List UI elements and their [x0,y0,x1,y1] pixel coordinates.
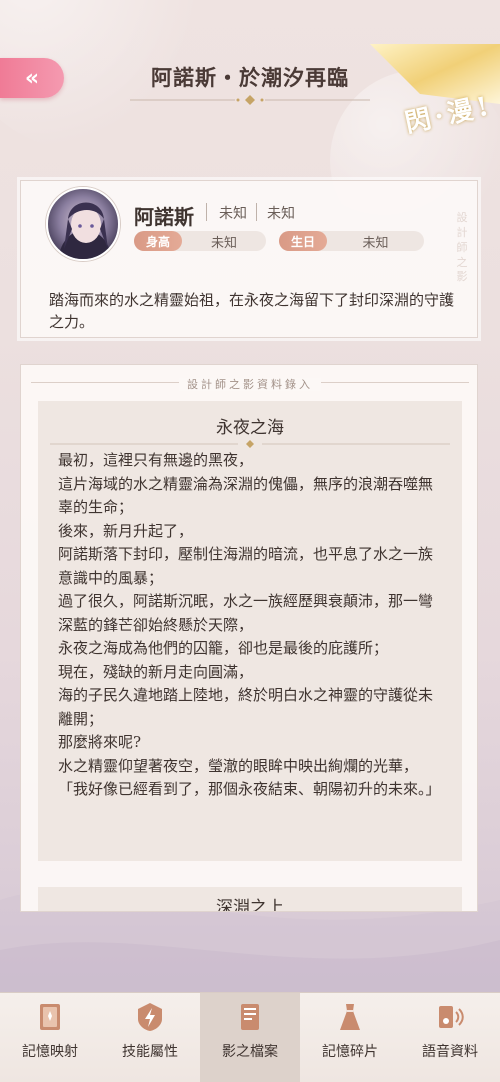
story-line: 過了很久，阿諾斯沉眠，水之一族經歷興衰顛沛，那一彎深藍的鋒芒卻始終懸於天際， [58,592,434,634]
nav-item-shadow-file[interactable]: 影之檔案 [200,993,300,1082]
next-story-box: 深淵之上 [38,887,462,912]
nav-item-voice-data[interactable]: 語音資料 [400,993,500,1082]
story-line: 水之精靈仰望著夜空，瑩澈的眼眸中映出絢爛的光華， [58,756,419,775]
story-line: 後來，新月升起了， [58,521,194,540]
flash-badge: 閃·漫! [360,44,500,139]
story-box: 永夜之海 最初，這裡只有無邊的黑夜， 這片海域的水之精靈淪為深淵的傀儡，無序的浪… [38,401,462,861]
story-line: 那麼將來呢? [58,733,142,751]
birthday-label: 生日 [279,231,328,251]
nav-label: 影之檔案 [222,1044,278,1060]
story-line: 永夜之海成為他們的囚籠，卻也是最後的庇護所； [58,639,389,657]
bottom-nav: 記憶映射 技能屬性 影之檔案 記憶碎片 語音資料 [0,992,500,1082]
birthday-stat: 生日 未知 [279,231,424,251]
nav-item-skill-attributes[interactable]: 技能屬性 [100,993,200,1082]
voice-icon [432,999,468,1035]
record-card: 設計師之影資料錄入 永夜之海 最初，這裡只有無邊的黑夜， 這片海域的水之精靈淪為… [20,364,478,912]
story-line: 最初，這裡只有無邊的黑夜， [58,451,254,469]
story-divider [50,440,450,448]
nav-label: 記憶映射 [22,1044,78,1060]
story-line: 這片海域的水之精靈淪為深淵的傀儡，無序的浪潮吞噬無辜的生命； [58,474,434,517]
height-stat: 身高 未知 [134,231,266,251]
story-line: 海的子民久違地踏上陸地，終於明白水之神靈的守護從未離開； [58,686,434,728]
title-divider [130,95,370,105]
memory-card-icon [32,999,68,1035]
story-body: 最初，這裡只有無邊的黑夜， 這片海域的水之精靈淪為深淵的傀儡，無序的浪潮吞噬無辜… [58,449,444,802]
character-portrait-icon [58,202,112,259]
meta-value-2: 未知 [267,206,295,222]
document-icon [232,999,268,1035]
nav-label: 記憶碎片 [322,1044,378,1060]
story-line: 現在，殘缺的新月走向圓滿， [58,662,254,681]
character-name: 阿諾斯 [134,205,194,229]
nav-item-memory-fragments[interactable]: 記憶碎片 [300,993,400,1082]
height-label: 身高 [134,231,183,251]
next-story-title: 深淵之上 [216,898,284,912]
height-value: 未知 [211,235,238,251]
birthday-value: 未知 [362,235,389,251]
meta-value-1: 未知 [219,206,247,222]
dress-icon [332,999,368,1035]
header: « 阿諾斯・於潮汐再臨 閃·漫! [0,0,500,139]
record-section-title: 設計師之影資料錄入 [179,378,321,391]
nav-item-memory-mapping[interactable]: 記憶映射 [0,993,100,1082]
side-watermark: 設計師之影 [456,211,468,284]
divider [256,203,257,221]
nav-label: 語音資料 [422,1044,478,1060]
story-title: 永夜之海 [216,418,284,438]
avatar[interactable] [46,187,120,261]
story-line: 「我好像已經看到了，那個永夜結束、朝陽初升的未來。」 [58,780,441,798]
record-header: 設計師之影資料錄入 [21,373,477,391]
profile-card: 阿諾斯 未知 未知 身高 未知 生日 未知 設計師之影 踏海而來的水之精靈始祖，… [20,180,478,338]
story-line: 阿諾斯落下封印，壓制住海淵的暗流，也平息了水之一族意識中的風暴； [58,545,434,587]
lightning-shield-icon [132,999,168,1035]
divider [206,203,207,221]
character-description: 踏海而來的水之精靈始祖，在永夜之海留下了封印深淵的守護之力。 [49,291,455,331]
nav-label: 技能屬性 [122,1044,178,1060]
